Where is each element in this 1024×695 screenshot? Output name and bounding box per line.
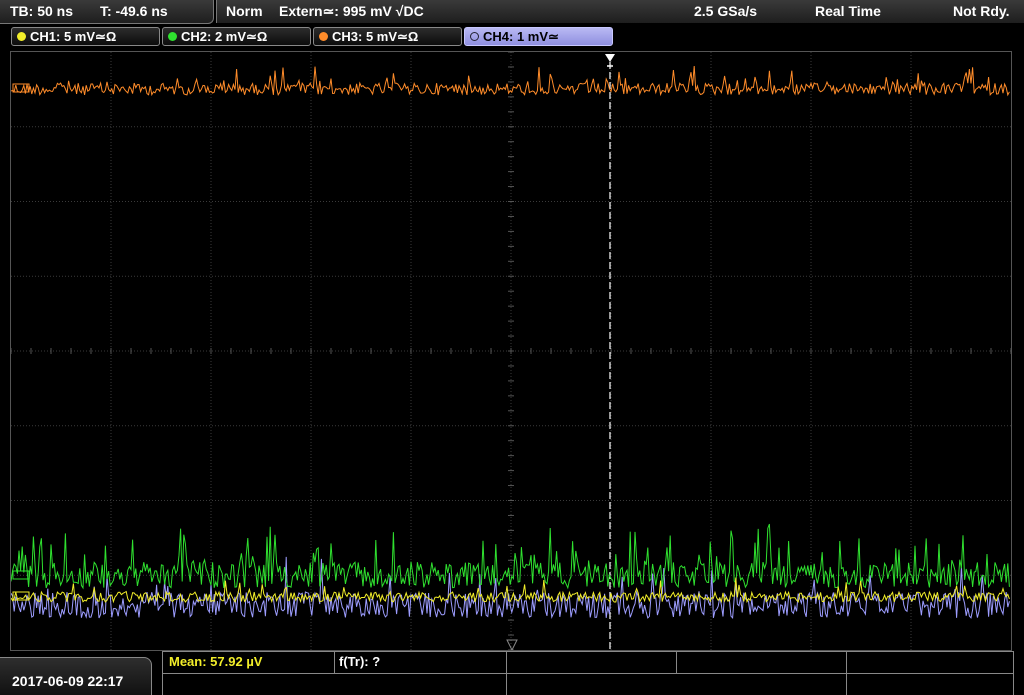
- graticule: [11, 52, 1011, 650]
- sample-rate-label: 2.5 GSa/s: [694, 3, 758, 19]
- timebase-label: TB: 50 ns: [10, 3, 74, 19]
- acquisition-status-box[interactable]: Norm Extern≃: 995 mV √DC 2.5 GSa/s Real …: [216, 0, 1024, 23]
- tab-ch4[interactable]: CH4: 1 mV≃: [464, 27, 613, 46]
- measurement-cell-3[interactable]: [506, 651, 676, 673]
- waveform-display[interactable]: [10, 51, 1012, 651]
- top-status-bar: TB: 50 ns T: -49.6 ns Norm Extern≃: 995 …: [0, 0, 1024, 25]
- date-time-label: 2017-06-09 22:17: [12, 673, 124, 689]
- ch3-color-dot-icon: [319, 32, 328, 41]
- tab-ch4-label: CH4: 1 mV≃: [483, 29, 559, 44]
- measurement-cell-8[interactable]: [846, 673, 1014, 695]
- tab-ch3-label: CH3: 5 mV≃Ω: [332, 29, 419, 44]
- run-state-label: Not Rdy.: [953, 3, 1010, 19]
- ch4-color-dot-icon: [470, 32, 479, 41]
- timebase-box[interactable]: TB: 50 ns T: -49.6 ns: [0, 0, 214, 24]
- ch2-color-dot-icon: [168, 32, 177, 41]
- date-time-box: 2017-06-09 22:17: [0, 657, 152, 695]
- measurement-cell-4[interactable]: [676, 651, 846, 673]
- measurement-cell-1[interactable]: Mean: 57.92 µV: [162, 651, 334, 673]
- center-position-icon: [506, 639, 518, 650]
- trigger-source-label: Extern≃: 995 mV √DC: [279, 3, 424, 19]
- measurement-cell-6[interactable]: [162, 673, 506, 695]
- tab-ch2[interactable]: CH2: 2 mV≃Ω: [162, 27, 311, 46]
- measurement-mean: Mean: 57.92 µV: [169, 654, 263, 669]
- ch2-waveform: [11, 523, 1010, 590]
- tab-ch2-label: CH2: 2 mV≃Ω: [181, 29, 268, 44]
- measurement-panel: Mean: 57.92 µV f(Tr): ?: [162, 651, 1014, 695]
- ch3-waveform: [11, 65, 1010, 97]
- tab-ch1[interactable]: CH1: 5 mV≃Ω: [11, 27, 160, 46]
- acquisition-mode-label: Real Time: [815, 3, 881, 19]
- trigger-marker-icon[interactable]: [605, 54, 615, 62]
- measurement-cell-5[interactable]: [846, 651, 1014, 673]
- measurement-frequency: f(Tr): ?: [339, 654, 381, 669]
- trigger-position-label: T: -49.6 ns: [100, 3, 168, 19]
- tab-ch3[interactable]: CH3: 5 mV≃Ω: [313, 27, 462, 46]
- measurement-cell-2[interactable]: f(Tr): ?: [334, 651, 506, 673]
- measurement-cell-7[interactable]: [506, 673, 846, 695]
- ch1-color-dot-icon: [17, 32, 26, 41]
- tab-ch1-label: CH1: 5 mV≃Ω: [30, 29, 117, 44]
- trigger-mode-label: Norm: [226, 3, 263, 19]
